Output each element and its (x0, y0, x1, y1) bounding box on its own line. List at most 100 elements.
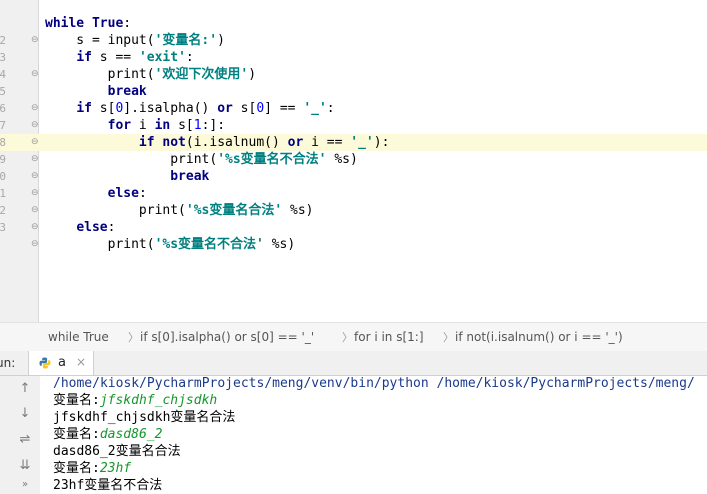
code-text: if s == 'exit': (45, 49, 194, 66)
run-tab-label: a (58, 355, 66, 370)
code-token: '变量名:' (154, 33, 218, 48)
code-line[interactable]: 2 ⊖ s = input('变量名:') (0, 32, 707, 49)
console-output: dasd86_2变量名合法 (53, 444, 181, 459)
breadcrumb-item[interactable]: while True (48, 330, 109, 344)
code-token: '_' (303, 101, 327, 116)
line-number: 9 (0, 153, 6, 166)
arrow-down-icon[interactable]: ↓ (16, 405, 34, 423)
line-number: 2 (0, 204, 6, 217)
code-line[interactable]: 0 ⊖ break (0, 168, 707, 185)
code-line[interactable]: 3 ⊖ else: (0, 219, 707, 236)
code-token: %s) (282, 203, 314, 218)
breadcrumb-item[interactable]: if s[0].isalpha() or s[0] == '_' (140, 330, 314, 344)
code-line[interactable]: 3 if s == 'exit': (0, 49, 707, 66)
breadcrumb-item[interactable]: if not(i.isalnum() or i == '_') (455, 330, 623, 344)
console-line: 变量名:dasd86_2 (53, 426, 162, 443)
fold-marker-icon[interactable]: ⊖ (31, 172, 39, 181)
code-token: %s) (263, 237, 296, 252)
breadcrumb-separator-icon: 〉 (443, 331, 454, 344)
code-token: s[ (232, 101, 257, 116)
code-token: 0 (256, 101, 265, 116)
code-token: : (138, 186, 147, 201)
console-input: 23hf (99, 461, 132, 476)
code-token: break (170, 169, 210, 184)
more-icon[interactable]: » (16, 476, 34, 494)
python-icon (39, 357, 51, 369)
line-number: 3 (0, 51, 6, 64)
code-text: print('%s变量名不合法' %s) (45, 236, 296, 253)
code-line[interactable]: 7 ⊖ for i in s[1:]: (0, 117, 707, 134)
code-token: 'exit' (138, 50, 186, 65)
fold-marker-icon[interactable]: ⊖ (31, 70, 39, 79)
fold-marker-icon[interactable]: ⊖ (31, 121, 39, 130)
breadcrumb-item[interactable]: for i in s[1:] (354, 330, 424, 344)
fold-marker-icon[interactable]: ⊖ (31, 104, 39, 113)
console-line: 变量名:23hf (53, 460, 131, 477)
code-text: if s[0].isalpha() or s[0] == '_': (45, 100, 335, 117)
run-tab-a[interactable]: a × (28, 351, 94, 375)
code-line[interactable]: 2 ⊖ print('%s变量名合法' %s) (0, 202, 707, 219)
code-token: %s) (326, 152, 358, 167)
code-token: '_' (350, 135, 374, 150)
breadcrumb-separator-icon: 〉 (342, 331, 353, 344)
code-token: print( (45, 203, 186, 218)
code-token: '%s变量名不合法' (217, 152, 327, 167)
code-line[interactable]: 6 ⊖ if s[0].isalpha() or s[0] == '_': (0, 100, 707, 117)
console-line: 23hf变量名不合法 (53, 477, 162, 494)
code-token: while (45, 16, 85, 31)
breadcrumb-separator-icon: 〉 (128, 331, 139, 344)
fold-marker-icon[interactable]: ⊖ (31, 36, 39, 45)
code-token: '欢迎下次使用' (154, 67, 249, 82)
code-line[interactable]: 8 ⊖ if not(i.isalnum() or i == '_'): (0, 134, 707, 151)
scroll-to-end-icon[interactable]: ⇊ (16, 457, 34, 475)
code-line[interactable] (0, 0, 707, 15)
fold-marker-icon[interactable]: ⊖ (31, 155, 39, 164)
code-text: print('%s变量名不合法' %s) (45, 151, 358, 168)
code-token: : (185, 50, 194, 65)
code-token: ] == (264, 101, 304, 116)
line-number: 4 (0, 68, 6, 81)
line-number: 1 (0, 187, 6, 200)
code-token: in (154, 118, 171, 133)
code-token: :]: (201, 118, 226, 133)
code-line[interactable]: ⊖ print('%s变量名不合法' %s) (0, 236, 707, 253)
code-token: ) (248, 67, 257, 82)
code-token: : (326, 101, 335, 116)
code-token: ): (373, 135, 390, 150)
run-toolbar: un: a × (0, 351, 707, 376)
arrow-up-icon[interactable]: ↑ (16, 380, 34, 398)
code-line[interactable]: while True: (0, 15, 707, 32)
fold-marker-icon[interactable]: ⊖ (31, 138, 39, 147)
code-text: else: (45, 219, 115, 236)
code-token: print( (45, 152, 218, 167)
line-number: 7 (0, 119, 6, 132)
code-token: (i.isalnum() (185, 135, 288, 150)
run-console[interactable]: /home/kiosk/PycharmProjects/meng/venv/bi… (40, 376, 707, 494)
code-line[interactable]: 4 ⊖ print('欢迎下次使用') (0, 66, 707, 83)
code-text: s = input('变量名:') (45, 32, 225, 49)
close-icon[interactable]: × (76, 355, 86, 369)
code-token: break (107, 84, 147, 99)
code-line[interactable]: 5 break (0, 83, 707, 100)
code-editor[interactable]: while True: 2 ⊖ s = input('变量名:') 3 if s ==… (0, 0, 707, 322)
code-line[interactable]: 9 ⊖ print('%s变量名不合法' %s) (0, 151, 707, 168)
fold-marker-icon[interactable]: ⊖ (31, 223, 39, 232)
code-token: : (123, 16, 132, 31)
console-line: 变量名:jfskdhf_chjsdkh (53, 392, 217, 409)
fold-marker-icon[interactable]: ⊖ (31, 240, 39, 249)
code-token: if (76, 101, 92, 116)
code-token: : (107, 220, 116, 235)
code-line[interactable]: 1 ⊖ else: (0, 185, 707, 202)
line-number: 5 (0, 85, 6, 98)
fold-marker-icon[interactable]: ⊖ (31, 189, 39, 198)
console-input: jfskdhf_chjsdkh (99, 393, 218, 408)
fold-marker-icon[interactable]: ⊖ (31, 206, 39, 215)
code-token: print( (45, 67, 155, 82)
soft-wrap-icon[interactable]: ⇌ (16, 431, 34, 449)
console-output: jfskdhf_chjsdkh变量名合法 (53, 410, 236, 425)
